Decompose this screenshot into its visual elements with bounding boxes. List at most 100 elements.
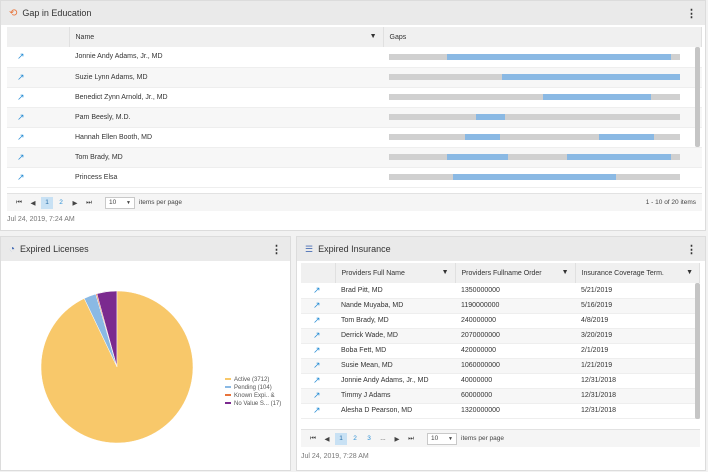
filter-icon[interactable]: ▼ [562, 269, 569, 276]
insurance-table-wrap: Providers Full Name ▼ Providers Fullname… [301, 263, 700, 419]
legend-item[interactable]: Active (3712) [225, 376, 281, 384]
licenses-panel-menu-icon[interactable]: ⋮ [271, 243, 282, 256]
external-link-icon[interactable]: ↗ [313, 285, 321, 295]
page-2-button[interactable]: 2 [349, 433, 361, 445]
table-row[interactable]: ↗ Jonnie Andy Adams, Jr., MD 40000000 12/31… [301, 373, 700, 389]
gap-bar [389, 134, 680, 140]
coverage-term: 5/21/2019 [575, 283, 700, 299]
insurance-table-body: ↗ Brad Pitt, MD 1350000000 5/21/2019 ↗ Nande … [301, 283, 700, 419]
ins-col-term[interactable]: Insurance Coverage Term. ▼ [575, 263, 700, 283]
table-row[interactable]: ↗ Boba Fett, MD 420000000 2/1/2019 [301, 343, 700, 359]
external-link-icon[interactable]: ↗ [313, 405, 321, 415]
gap-table-wrap: Name ▼ Gaps ↗ Jonnie Andy Adams, Jr., MD ↗… [7, 27, 702, 188]
ins-col-order[interactable]: Providers Fullname Order ▼ [455, 263, 576, 283]
external-link-icon[interactable]: ↗ [313, 300, 321, 310]
external-link-icon[interactable]: ↗ [17, 152, 25, 162]
row-action-cell: ↗ [301, 328, 335, 344]
insurance-pager: ⏮ ◀ 1 2 3 ... ▶ ⏭ 10 ▼ items per page [301, 429, 700, 447]
gap-bar-segment [543, 94, 651, 100]
gap-bar-cell [383, 127, 702, 148]
table-row[interactable]: ↗ Derrick Wade, MD 2070000000 3/20/2019 [301, 328, 700, 344]
table-row[interactable]: ↗ Nande Muyaba, MD 1190000000 5/16/2019 [301, 298, 700, 314]
table-row[interactable]: ↗ Suzie Lynn Adams, MD [7, 67, 702, 88]
first-page-icon[interactable]: ⏮ [13, 197, 25, 209]
external-link-icon[interactable]: ↗ [17, 172, 25, 182]
gap-bar-cell [383, 87, 702, 108]
row-action-cell: ↗ [301, 358, 335, 374]
row-action-cell: ↗ [7, 127, 69, 148]
next-page-icon[interactable]: ▶ [391, 433, 403, 445]
ins-col-action [301, 263, 336, 283]
licenses-legend: Active (3712) Pending (104) Known Expi.. &… [225, 376, 281, 408]
legend-label: Known Expi.. & [234, 393, 275, 399]
ins-col-name[interactable]: Providers Full Name ▼ [335, 263, 456, 283]
gap-panel-menu-icon[interactable]: ⋮ [686, 7, 697, 20]
external-link-icon[interactable]: ↗ [17, 92, 25, 102]
table-row[interactable]: ↗ Brad Pitt, MD 1350000000 5/21/2019 [301, 283, 700, 299]
table-row[interactable]: ↗ Benedict Zynn Arnold, Jr., MD [7, 87, 702, 108]
external-link-icon[interactable]: ↗ [313, 315, 321, 325]
table-row[interactable]: ↗ Tom Brady, MD [7, 147, 702, 168]
provider-order: 420000000 [455, 343, 575, 359]
legend-swatch [225, 394, 231, 397]
page-1-button[interactable]: 1 [335, 432, 347, 445]
table-row[interactable]: ↗ Pam Beesly, M.D. [7, 107, 702, 128]
filter-icon[interactable]: ▼ [686, 269, 693, 276]
gap-col-gaps: Gaps [383, 27, 702, 47]
external-link-icon[interactable]: ↗ [313, 345, 321, 355]
table-row[interactable]: ↗ Alesha D Pearson, MD 1320000000 12/31/201… [301, 403, 700, 419]
legend-label: Pending (104) [234, 385, 272, 391]
external-link-icon[interactable]: ↗ [17, 51, 25, 61]
page-1-button[interactable]: 1 [41, 196, 53, 209]
legend-item[interactable]: Known Expi.. & [225, 392, 281, 400]
filter-icon[interactable]: ▼ [442, 269, 449, 276]
insurance-panel-menu-icon[interactable]: ⋮ [686, 243, 697, 256]
provider-full-name: Timmy J Adams [335, 388, 455, 404]
page-ellipsis[interactable]: ... [377, 433, 389, 445]
external-link-icon[interactable]: ↗ [17, 132, 25, 142]
table-row[interactable]: ↗ Timmy J Adams 60000000 12/31/2018 [301, 388, 700, 404]
gap-bar [389, 174, 680, 180]
table-row[interactable]: ↗ Princess Elsa [7, 167, 702, 188]
first-page-icon[interactable]: ⏮ [307, 433, 319, 445]
last-page-icon[interactable]: ⏭ [83, 197, 95, 209]
table-row[interactable]: ↗ Hannah Ellen Booth, MD [7, 127, 702, 148]
row-action-cell: ↗ [7, 47, 69, 68]
external-link-icon[interactable]: ↗ [313, 330, 321, 340]
page-2-button[interactable]: 2 [55, 197, 67, 209]
insurance-scrollbar[interactable] [695, 283, 700, 419]
expired-insurance-panel: ☰ Expired Insurance ⋮ Providers Full Nam… [296, 236, 706, 471]
gap-pager-range: 1 - 10 of 20 items [645, 199, 696, 206]
gap-col-name[interactable]: Name ▼ [69, 27, 384, 47]
external-link-icon[interactable]: ↗ [313, 375, 321, 385]
chevron-down-icon: ▼ [448, 435, 453, 442]
table-row[interactable]: ↗ Jonnie Andy Adams, Jr., MD [7, 47, 702, 68]
provider-full-name: Derrick Wade, MD [335, 328, 455, 344]
provider-name: Jonnie Andy Adams, Jr., MD [69, 47, 383, 68]
external-link-icon[interactable]: ↗ [313, 360, 321, 370]
next-page-icon[interactable]: ▶ [69, 197, 81, 209]
coverage-term: 1/21/2019 [575, 358, 700, 374]
gap-bar [389, 53, 680, 60]
per-page-select[interactable]: 10 ▼ [427, 432, 457, 445]
prev-page-icon[interactable]: ◀ [321, 433, 333, 445]
per-page-label: items per page [139, 199, 182, 206]
legend-item[interactable]: No Value S... (17) [225, 400, 281, 408]
prev-page-icon[interactable]: ◀ [27, 197, 39, 209]
last-page-icon[interactable]: ⏭ [405, 433, 417, 445]
legend-swatch [225, 402, 231, 405]
gap-bar-segment [502, 74, 680, 80]
gap-scrollbar[interactable] [695, 47, 700, 147]
external-link-icon[interactable]: ↗ [17, 72, 25, 82]
table-row[interactable]: ↗ Susie Mean, MD 1060000000 1/21/2019 [301, 358, 700, 374]
external-link-icon[interactable]: ↗ [17, 112, 25, 122]
legend-item[interactable]: Pending (104) [225, 384, 281, 392]
pie-slice[interactable] [40, 290, 194, 444]
page-3-button[interactable]: 3 [363, 433, 375, 445]
table-row[interactable]: ↗ Tom Brady, MD 240000000 4/8/2019 [301, 313, 700, 329]
per-page-select[interactable]: 10 ▼ [105, 196, 135, 209]
provider-order: 60000000 [455, 388, 575, 404]
gap-bar-segment [447, 53, 672, 60]
filter-icon[interactable]: ▼ [370, 33, 377, 40]
external-link-icon[interactable]: ↗ [313, 390, 321, 400]
